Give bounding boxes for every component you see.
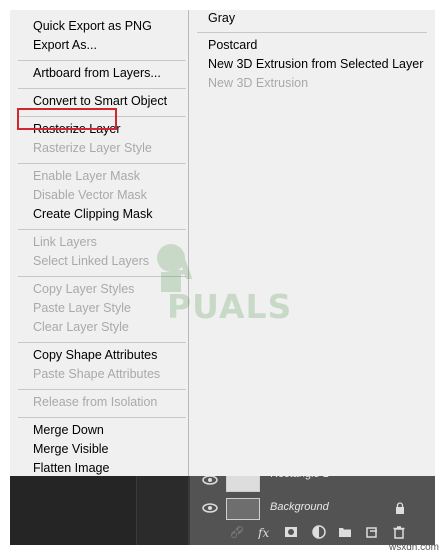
layers-panel: Rectangle 1 Background fx [190,464,435,545]
fx-icon[interactable]: fx [258,525,272,539]
menu-item-new-3d-extrusion: New 3D Extrusion [208,76,309,90]
menu-item-flatten-image[interactable]: Flatten Image [33,460,109,476]
menu-separator [18,163,186,164]
menu-item-convert-smart-object[interactable]: Convert to Smart Object [33,93,167,109]
menu-item-disable-vector-mask: Disable Vector Mask [33,188,147,202]
menu-item-release-from-isolation: Release from Isolation [33,395,158,409]
watermark-text: A PUALS [167,248,293,326]
canvas-area [10,476,188,545]
menu-item-enable-layer-mask: Enable Layer Mask [33,169,141,183]
menu-item-export-as[interactable]: Export As... [33,37,97,53]
menu-item-clear-layer-style: Clear Layer Style [33,320,129,334]
menu-item-artboard-from-layers[interactable]: Artboard from Layers... [33,65,161,81]
menu-item-rasterize-layer-style: Rasterize Layer Style [33,141,152,155]
menu-item-copy-shape-attributes[interactable]: Copy Shape Attributes [33,347,157,363]
menu-separator [18,342,186,343]
menu-item-select-linked-layers: Select Linked Layers [33,254,150,268]
menu-separator [197,32,427,33]
menu-item-merge-visible[interactable]: Merge Visible [33,441,109,457]
menu-item-postcard[interactable]: Postcard [208,37,257,53]
menu-item-paste-shape-attributes: Paste Shape Attributes [33,367,161,381]
menu-separator [18,417,186,418]
menu-item-gray[interactable]: Gray [208,10,235,26]
appuals-watermark: A PUALS [141,236,331,326]
eye-icon[interactable] [202,501,218,515]
layer-row-background[interactable]: Background [190,494,435,522]
adjustment-icon[interactable] [312,525,326,539]
svg-text:fx: fx [258,526,269,539]
mask-icon[interactable] [284,525,298,539]
new-layer-icon[interactable] [365,525,379,539]
menu-item-3d-extrusion-from-selected[interactable]: New 3D Extrusion from Selected Layer [208,56,423,72]
link-icon[interactable] [230,525,244,539]
trash-icon[interactable] [392,525,406,539]
menu-separator [18,229,186,230]
menu-separator [18,389,186,390]
menu-separator [18,60,186,61]
menu-item-copy-layer-styles: Copy Layer Styles [33,282,135,296]
menu-separator [18,88,186,89]
layer-name: Background [270,501,329,513]
menu-item-paste-layer-style: Paste Layer Style [33,301,131,315]
menu-item-merge-down[interactable]: Merge Down [33,422,104,438]
menu-item-link-layers: Link Layers [33,235,97,249]
menu-item-create-clipping-mask[interactable]: Create Clipping Mask [33,206,153,222]
menu-item-quick-export-png[interactable]: Quick Export as PNG [33,18,152,34]
site-credit: wsxdn.com [388,542,439,553]
lock-icon [396,502,404,514]
folder-icon[interactable] [338,525,352,539]
rasterize-highlight-box [17,108,117,130]
layer-thumbnail [226,498,260,520]
